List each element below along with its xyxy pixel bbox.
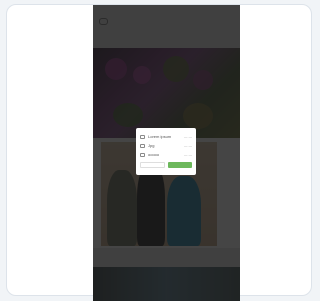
dialog-actions bbox=[140, 162, 192, 168]
media-icon bbox=[140, 152, 145, 157]
option-value: — — bbox=[184, 143, 192, 148]
option-value: — — bbox=[184, 134, 192, 139]
dialog-option-1[interactable]: Lorem ipsum — — bbox=[140, 132, 192, 141]
dialog-option-3[interactable]: ooooo — — bbox=[140, 150, 192, 159]
confirm-button[interactable] bbox=[167, 162, 192, 168]
cancel-button[interactable] bbox=[140, 162, 165, 168]
share-dialog: Lorem ipsum — — Jpg — — ooooo — — bbox=[136, 128, 196, 175]
dialog-option-2[interactable]: Jpg — — bbox=[140, 141, 192, 150]
option-label: ooooo bbox=[148, 152, 160, 157]
option-label: Jpg bbox=[148, 143, 155, 148]
option-label: Lorem ipsum bbox=[148, 134, 172, 139]
document-icon bbox=[140, 134, 145, 139]
option-value: — — bbox=[184, 152, 192, 157]
image-icon bbox=[140, 143, 145, 148]
